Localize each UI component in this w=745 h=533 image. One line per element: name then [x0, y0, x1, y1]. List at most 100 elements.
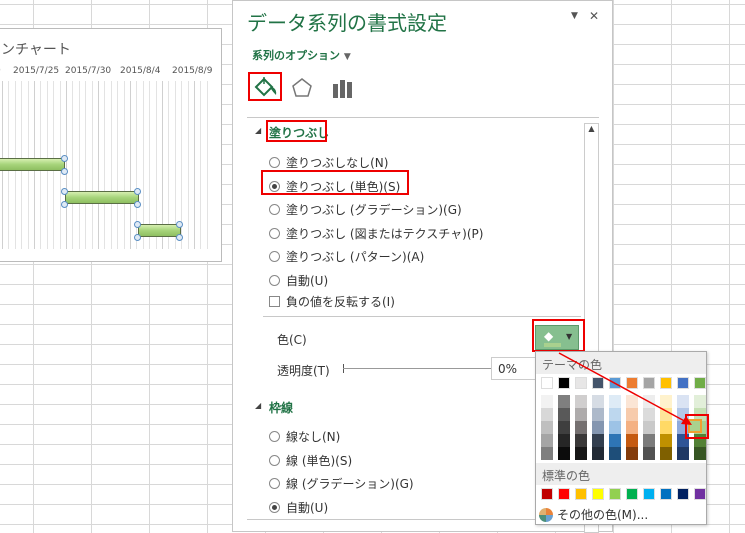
radio-option[interactable]: 塗りつぶしなし(N): [269, 154, 388, 171]
radio-option[interactable]: 自動(U): [269, 499, 328, 516]
radio-button[interactable]: [269, 227, 280, 239]
shade-swatch[interactable]: [643, 421, 655, 434]
theme-color-swatch[interactable]: [575, 377, 587, 389]
radio-option[interactable]: 自動(U): [269, 272, 328, 289]
effects-tab[interactable]: [291, 76, 313, 103]
shade-swatch[interactable]: [575, 434, 587, 447]
gantt-chart[interactable]: ンチャート 0 2015/7/25 2015/7/30 2015/8/4 201…: [0, 28, 222, 262]
theme-color-swatch[interactable]: [558, 377, 570, 389]
shade-swatch[interactable]: [626, 434, 638, 447]
selection-handle[interactable]: [61, 155, 68, 162]
shade-swatch[interactable]: [541, 447, 553, 460]
selection-handle[interactable]: [61, 168, 68, 175]
selection-handle[interactable]: [176, 221, 183, 228]
radio-option[interactable]: 線 (単色)(S): [269, 452, 352, 469]
series-options-dropdown[interactable]: 系列のオプション ▼: [252, 47, 351, 63]
shade-swatch[interactable]: [660, 434, 672, 447]
pane-menu-icon[interactable]: ▼: [571, 11, 578, 21]
theme-color-swatch[interactable]: [660, 377, 672, 389]
shade-swatch[interactable]: [660, 421, 672, 434]
shade-swatch[interactable]: [626, 447, 638, 460]
standard-color-swatch[interactable]: [677, 488, 689, 500]
radio-option[interactable]: 線なし(N): [269, 428, 340, 445]
radio-option[interactable]: 線 (グラデーション)(G): [269, 475, 414, 492]
shade-swatch[interactable]: [558, 434, 570, 447]
gantt-bar[interactable]: [138, 224, 181, 237]
shade-swatch[interactable]: [694, 395, 706, 408]
shade-swatch[interactable]: [643, 434, 655, 447]
theme-color-swatch[interactable]: [677, 377, 689, 389]
shade-swatch[interactable]: [660, 395, 672, 408]
shade-swatch[interactable]: [592, 447, 604, 460]
shade-swatch[interactable]: [541, 408, 553, 421]
shade-swatch[interactable]: [643, 395, 655, 408]
shade-swatch[interactable]: [660, 447, 672, 460]
standard-color-swatch[interactable]: [626, 488, 638, 500]
shade-swatch[interactable]: [660, 408, 672, 421]
shade-swatch[interactable]: [643, 447, 655, 460]
invert-negative-checkbox[interactable]: 負の値を反転する(I): [269, 293, 395, 310]
shade-swatch[interactable]: [677, 395, 689, 408]
radio-button[interactable]: [269, 251, 280, 262]
shade-swatch[interactable]: [541, 395, 553, 408]
shade-swatch[interactable]: [609, 434, 621, 447]
collapse-icon[interactable]: ◢: [255, 401, 261, 410]
collapse-icon[interactable]: ◢: [255, 126, 261, 135]
theme-color-swatch[interactable]: [592, 377, 604, 389]
radio-button[interactable]: [269, 204, 280, 215]
theme-color-swatch[interactable]: [643, 377, 655, 389]
selection-handle[interactable]: [134, 234, 141, 241]
shade-swatch[interactable]: [592, 408, 604, 421]
radio-option[interactable]: 塗りつぶし (パターン)(A): [269, 248, 424, 265]
standard-color-swatch[interactable]: [558, 488, 570, 500]
more-colors-item[interactable]: その他の色(M)...: [539, 506, 648, 523]
shade-swatch[interactable]: [592, 395, 604, 408]
transparency-input[interactable]: 0%: [491, 357, 541, 380]
gantt-bar[interactable]: [65, 191, 139, 204]
shade-swatch[interactable]: [609, 395, 621, 408]
scroll-up-icon[interactable]: ▲: [585, 124, 598, 133]
shade-swatch[interactable]: [558, 408, 570, 421]
selection-handle[interactable]: [134, 201, 141, 208]
radio-button[interactable]: [269, 431, 280, 442]
radio-button[interactable]: [269, 274, 280, 286]
shade-swatch[interactable]: [694, 447, 706, 460]
selection-handle[interactable]: [61, 201, 68, 208]
shade-swatch[interactable]: [575, 421, 587, 434]
shade-swatch[interactable]: [575, 447, 587, 460]
shade-swatch[interactable]: [643, 408, 655, 421]
shade-swatch[interactable]: [575, 408, 587, 421]
selection-handle[interactable]: [61, 188, 68, 195]
selection-handle[interactable]: [134, 188, 141, 195]
standard-color-swatch[interactable]: [694, 488, 706, 500]
radio-button[interactable]: [269, 157, 280, 168]
shade-swatch[interactable]: [626, 408, 638, 421]
standard-color-swatch[interactable]: [609, 488, 621, 500]
shade-swatch[interactable]: [677, 447, 689, 460]
shade-swatch[interactable]: [592, 421, 604, 434]
close-icon[interactable]: ✕: [589, 9, 599, 23]
shade-swatch[interactable]: [575, 395, 587, 408]
shade-swatch[interactable]: [626, 421, 638, 434]
theme-color-swatch[interactable]: [541, 377, 553, 389]
transparency-slider[interactable]: [343, 368, 491, 369]
standard-color-swatch[interactable]: [643, 488, 655, 500]
shade-swatch[interactable]: [592, 434, 604, 447]
gantt-bar[interactable]: [0, 158, 65, 171]
shade-swatch[interactable]: [541, 421, 553, 434]
selection-handle[interactable]: [134, 221, 141, 228]
radio-option[interactable]: 塗りつぶし (図またはテクスチャ)(P): [269, 225, 483, 242]
shade-swatch[interactable]: [609, 421, 621, 434]
standard-color-swatch[interactable]: [592, 488, 604, 500]
theme-color-swatch[interactable]: [626, 377, 638, 389]
shade-swatch[interactable]: [609, 447, 621, 460]
theme-color-swatch[interactable]: [609, 377, 621, 389]
shade-swatch[interactable]: [541, 434, 553, 447]
radio-option[interactable]: 塗りつぶし (グラデーション)(G): [269, 201, 462, 218]
shade-swatch[interactable]: [558, 395, 570, 408]
radio-button[interactable]: [269, 501, 280, 513]
shade-swatch[interactable]: [609, 408, 621, 421]
standard-color-swatch[interactable]: [541, 488, 553, 500]
selection-handle[interactable]: [176, 234, 183, 241]
standard-color-swatch[interactable]: [575, 488, 587, 500]
